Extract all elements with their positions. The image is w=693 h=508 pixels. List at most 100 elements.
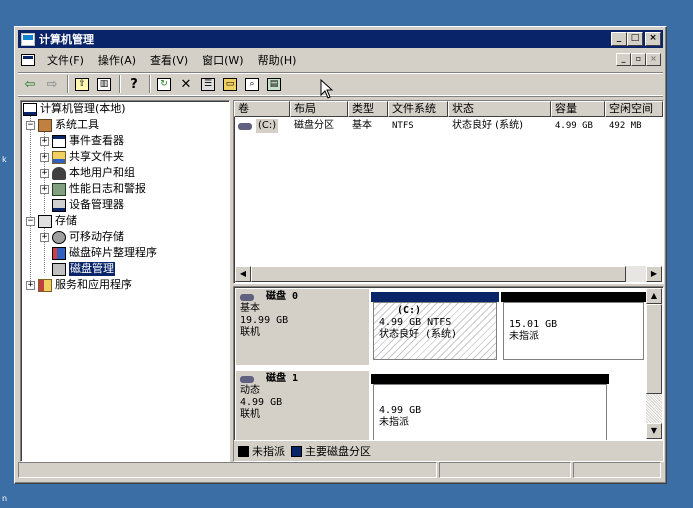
computer-icon [23, 102, 37, 116]
unallocated-bar [371, 374, 609, 384]
computer-management-icon [21, 32, 35, 46]
menu-view[interactable]: 查看(V) [143, 52, 195, 68]
column-header-free-space[interactable]: 空闲空间 [605, 101, 663, 117]
cell-filesystem: NTFS [392, 121, 414, 131]
child-minimize-button[interactable]: _ [616, 53, 631, 66]
scroll-up-button[interactable]: ▲ [646, 288, 662, 304]
tree-line [30, 115, 31, 281]
menu-bar: 文件(F) 操作(A) 查看(V) 窗口(W) 帮助(H) _ ▫ × [18, 50, 663, 70]
expand-toggle[interactable]: + [40, 168, 49, 178]
tree-item-device-manager[interactable]: 设备管理器 [52, 198, 124, 212]
close-button[interactable]: × [645, 32, 661, 46]
collapse-toggle[interactable]: − [26, 120, 35, 130]
expand-toggle[interactable]: + [40, 232, 49, 242]
expand-toggle[interactable]: + [40, 184, 49, 194]
child-close-button[interactable]: × [646, 53, 661, 66]
child-restore-button[interactable]: ▫ [631, 53, 646, 66]
tools-icon [38, 118, 52, 132]
toolbar: ⇦ ⇨ ⇧ ▥ ? ↻ ✕ ☰ ▭ ⌕ ▤ [18, 72, 663, 96]
show-hide-tree-icon[interactable]: ▥ [94, 75, 114, 93]
tree-item-removable-storage[interactable]: + 可移动存储 [40, 230, 124, 244]
computer-management-window: 计算机管理 _ □ × 文件(F) 操作(A) 查看(V) 窗口(W) 帮助(H… [14, 26, 667, 484]
partition-c[interactable]: (C:) 4.99 GB NTFS 状态良好 (系统) [373, 302, 497, 360]
tree-item-event-viewer[interactable]: + 事件查看器 [40, 134, 124, 148]
status-segment [438, 462, 572, 478]
maximize-button[interactable]: □ [627, 32, 643, 46]
removable-storage-icon [52, 230, 66, 244]
scroll-thumb[interactable] [251, 266, 626, 282]
desktop-edge-mark-2: n [2, 494, 8, 503]
collapse-toggle[interactable]: − [26, 216, 35, 226]
expand-toggle[interactable]: + [40, 136, 49, 146]
title-bar[interactable]: 计算机管理 _ □ × [18, 30, 663, 48]
cell-status: 状态良好 (系统) [452, 120, 523, 131]
column-header-filesystem[interactable]: 文件系统 [388, 101, 448, 117]
defrag-icon [52, 246, 66, 260]
tree-item-performance-logs[interactable]: + 性能日志和警报 [40, 182, 146, 196]
unallocated-region-disk-0[interactable]: 15.01 GB 未指派 [503, 302, 644, 360]
tree-item-system-tools[interactable]: − 系统工具 [26, 118, 99, 132]
cell-type: 基本 [352, 120, 372, 131]
forward-icon[interactable]: ⇨ [42, 75, 62, 93]
column-header-volume[interactable]: 卷 [234, 101, 290, 117]
toolbar-separator [67, 75, 69, 93]
tree-item-services-applications[interactable]: + 服务和应用程序 [26, 278, 132, 292]
scroll-left-button[interactable]: ◀ [235, 266, 251, 282]
back-icon[interactable]: ⇦ [20, 75, 40, 93]
unallocated-bar [501, 292, 646, 302]
menu-action[interactable]: 操作(A) [91, 52, 143, 68]
volume-list[interactable]: 卷 布局 类型 文件系统 状态 容量 空闲空间 (C:) 磁盘分区 基本 NTF… [233, 100, 664, 284]
tree-item-computer-management[interactable]: 计算机管理(本地) [23, 102, 126, 116]
help-icon[interactable]: ? [124, 75, 144, 93]
properties-icon[interactable]: ☰ [198, 75, 218, 93]
tree-item-local-users[interactable]: + 本地用户和组 [40, 166, 135, 180]
status-segment [573, 462, 662, 478]
column-header-capacity[interactable]: 容量 [551, 101, 605, 117]
services-icon [38, 278, 52, 292]
scroll-down-button[interactable]: ▼ [646, 423, 662, 439]
expand-toggle[interactable]: + [40, 152, 49, 162]
volume-list-header: 卷 布局 类型 文件系统 状态 容量 空闲空间 [234, 101, 663, 117]
users-icon [52, 166, 66, 180]
column-header-status[interactable]: 状态 [448, 101, 551, 117]
vertical-scrollbar[interactable]: ▲ ▼ [646, 288, 662, 439]
expand-toggle[interactable]: + [26, 280, 35, 290]
disk-0-label[interactable]: 磁盘 0 基本 19.99 GB 联机 [236, 289, 369, 365]
minimize-button[interactable]: _ [611, 32, 627, 46]
console-tree[interactable]: 计算机管理(本地) − 系统工具 + 事件查看器 + 共享文件夹 + 本地用户和… [20, 100, 230, 462]
open-icon[interactable]: ▭ [220, 75, 240, 93]
scroll-thumb[interactable] [646, 304, 662, 394]
document-window-icon[interactable] [21, 54, 35, 66]
mouse-cursor-icon [320, 79, 334, 99]
shared-folder-icon [52, 150, 66, 164]
tree-item-storage[interactable]: − 存储 [26, 214, 77, 228]
column-header-type[interactable]: 类型 [348, 101, 388, 117]
cell-volume: (C:) [234, 119, 290, 133]
device-manager-icon [52, 198, 66, 212]
desktop-edge-mark: k [2, 155, 7, 164]
disk-graphical-view[interactable]: 磁盘 0 基本 19.99 GB 联机 (C:) 4.99 GB NTFS 状态… [233, 286, 664, 462]
scroll-track[interactable] [646, 394, 662, 423]
delete-icon[interactable]: ✕ [176, 75, 196, 93]
table-row[interactable]: (C:) 磁盘分区 基本 NTFS 状态良好 (系统) 4.99 GB 492 … [234, 119, 663, 133]
menu-help[interactable]: 帮助(H) [251, 52, 304, 68]
search-icon[interactable]: ⌕ [242, 75, 262, 93]
up-icon[interactable]: ⇧ [72, 75, 92, 93]
export-icon[interactable]: ▤ [264, 75, 284, 93]
disk-1-label[interactable]: 磁盘 1 动态 4.99 GB 联机 [236, 371, 369, 447]
horizontal-scrollbar[interactable]: ◀ ▶ [235, 266, 662, 282]
tree-item-shared-folders[interactable]: + 共享文件夹 [40, 150, 124, 164]
menu-file[interactable]: 文件(F) [40, 52, 91, 68]
toolbar-separator [149, 75, 151, 93]
menu-window[interactable]: 窗口(W) [195, 52, 250, 68]
disk-icon [240, 293, 254, 301]
scroll-right-button[interactable]: ▶ [646, 266, 662, 282]
legend: 未指派 主要磁盘分区 [234, 440, 663, 461]
column-header-layout[interactable]: 布局 [290, 101, 348, 117]
unallocated-region-disk-1[interactable]: 4.99 GB 未指派 [373, 384, 607, 442]
window-title: 计算机管理 [39, 33, 94, 46]
tree-item-disk-management[interactable]: 磁盘管理 [52, 262, 115, 276]
storage-icon [38, 214, 52, 228]
refresh-icon[interactable]: ↻ [154, 75, 174, 93]
tree-item-disk-defragmenter[interactable]: 磁盘碎片整理程序 [52, 246, 157, 260]
